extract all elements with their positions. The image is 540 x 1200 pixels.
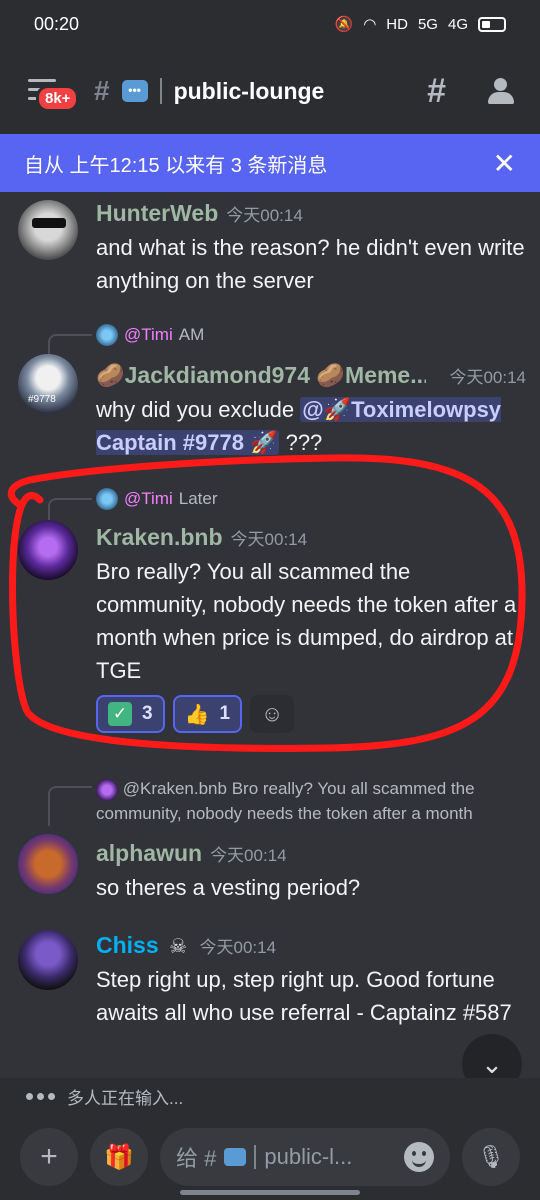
message-text: and what is the reason? he didn't even w… <box>96 235 525 293</box>
chat-bubble-icon: ••• <box>121 80 148 102</box>
unread-badge: 8k+ <box>36 85 80 112</box>
reply-preview[interactable]: @Timi Later <box>96 488 217 510</box>
status-time: 00:20 <box>34 13 80 34</box>
input-placeholder-channel: public-l... <box>264 1144 353 1169</box>
battery-icon <box>478 16 506 32</box>
typing-dots-icon <box>26 1092 55 1100</box>
chevron-down-icon: ⌄ <box>481 1048 503 1079</box>
status-icons: 🔕 ◠ HD 5G 4G <box>335 15 506 33</box>
home-indicator <box>180 1190 360 1195</box>
reaction-check[interactable]: ✓ 3 <box>96 695 165 733</box>
gift-button[interactable]: 🎁 <box>90 1128 148 1186</box>
avatar[interactable] <box>18 834 78 894</box>
reactions-row: ✓ 3 👍 1 ☺ <box>96 695 526 733</box>
timestamp: 今天00:14 <box>449 368 526 387</box>
gift-icon: 🎁 <box>104 1143 134 1171</box>
voice-message-button[interactable]: 🎙 <box>462 1128 520 1186</box>
reply-text: Later <box>178 489 218 508</box>
message-text: Bro really? You all scammed the communit… <box>96 559 517 683</box>
header-divider <box>159 78 162 104</box>
reaction-thumbsup[interactable]: 👍 1 <box>172 695 243 733</box>
status-bar: 00:20 🔕 ◠ HD 5G 4G <box>0 0 540 48</box>
plus-icon: + <box>40 1140 58 1173</box>
reply-connector <box>48 786 92 826</box>
input-divider <box>254 1145 257 1169</box>
reaction-count: 3 <box>142 703 153 724</box>
reply-preview[interactable]: @Kraken.bnb Bro really? You all scammed … <box>96 776 516 826</box>
checkmark-icon: ✓ <box>108 702 132 726</box>
message-text: why did you exclude @🚀Toximelowpsy Capta… <box>96 393 526 459</box>
reaction-count: 1 <box>219 703 231 724</box>
avatar[interactable] <box>18 520 78 580</box>
reply-avatar <box>96 778 118 801</box>
threads-icon[interactable]: # <box>427 72 446 111</box>
reply-avatar <box>96 324 118 346</box>
add-reaction-button[interactable]: ☺ <box>250 695 295 733</box>
add-attachment-button[interactable]: + <box>20 1128 78 1186</box>
message-text-part: ??? <box>279 430 323 455</box>
username[interactable]: Chiss <box>96 932 159 958</box>
avatar[interactable] <box>18 200 78 260</box>
typing-text: 多人正在输入... <box>67 1088 184 1108</box>
menu-button[interactable]: 8k+ <box>24 71 80 112</box>
network-4g-label: 4G <box>447 15 468 33</box>
hd-label: HD <box>386 15 408 33</box>
username[interactable]: Kraken.bnb <box>96 524 223 550</box>
timestamp: 今天00:14 <box>199 938 277 957</box>
header-actions: # <box>427 72 516 111</box>
message-text-part: why did you exclude <box>96 397 301 422</box>
reply-mention[interactable]: @Timi <box>124 489 173 509</box>
reply-text: AM <box>178 325 205 344</box>
network-5g-label: 5G <box>417 15 438 33</box>
new-messages-banner[interactable]: 自从 上午12:15 以来有 3 条新消息 ✕ <box>0 134 540 192</box>
avatar[interactable] <box>18 930 78 990</box>
input-placeholder-prefix: 给 # <box>176 1146 217 1171</box>
microphone-icon: 🎙 <box>477 1144 505 1169</box>
avatar[interactable]: #9778 <box>18 354 78 414</box>
username[interactable]: alphawun <box>96 840 202 866</box>
reply-mention[interactable]: @Timi <box>124 325 173 345</box>
timestamp: 今天00:14 <box>226 206 303 225</box>
add-reaction-icon: ☺ <box>260 701 284 726</box>
skull-icon: ☠ <box>169 936 188 958</box>
message-input[interactable]: 给 # public-l... <box>160 1128 450 1186</box>
typing-indicator: 多人正在输入... <box>0 1078 540 1114</box>
mute-icon: 🔕 <box>334 16 354 33</box>
message-text: Step right up, step right up. Good fortu… <box>96 967 512 1025</box>
channel-header: 8k+ # ••• public-lounge # <box>0 48 540 134</box>
emoji-picker-icon[interactable] <box>404 1142 434 1172</box>
timestamp: 今天00:14 <box>210 846 287 865</box>
chat-bubble-icon <box>224 1148 247 1166</box>
timestamp: 今天00:14 <box>230 530 308 549</box>
close-icon[interactable]: ✕ <box>493 147 516 180</box>
thumbs-up-icon: 👍 <box>184 703 210 726</box>
reply-avatar <box>96 488 118 510</box>
message-text: so theres a vesting period? <box>96 875 361 900</box>
wifi-icon: ◠ <box>363 16 377 33</box>
members-icon[interactable] <box>486 78 516 104</box>
channel-title[interactable]: public-lounge <box>174 78 325 105</box>
channel-hash-icon: # <box>94 75 110 106</box>
composer-bar: + 🎁 给 # public-l... 🎙 <box>0 1114 540 1200</box>
username[interactable]: HunterWeb <box>96 200 218 226</box>
reply-preview[interactable]: @Timi AM <box>96 324 204 346</box>
reply-mention[interactable]: @Kraken.bnb <box>123 779 227 798</box>
username[interactable]: 🥔Jackdiamond974 🥔Meme... <box>96 362 426 389</box>
new-messages-text: 自从 上午12:15 以来有 3 条新消息 <box>24 154 328 177</box>
